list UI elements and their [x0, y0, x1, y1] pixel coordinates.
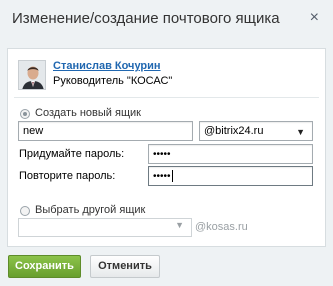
divider [14, 97, 319, 98]
confirm-password-value: ••••• [153, 171, 171, 182]
user-name-link[interactable]: Станислав Кочурин [53, 60, 161, 72]
save-button[interactable]: Сохранить [8, 255, 81, 278]
password-value: ••••• [153, 149, 171, 160]
domain-select-value: @bitrix24.ru [204, 125, 264, 137]
chevron-down-icon: ▼ [175, 220, 184, 230]
confirm-password-label: Повторите пароль: [19, 170, 116, 182]
radio-create-new-label[interactable]: Создать новый ящик [35, 107, 141, 119]
radio-choose-other-label[interactable]: Выбрать другой ящик [35, 204, 145, 216]
text-cursor [171, 170, 173, 183]
password-label: Придумайте пароль: [19, 148, 125, 160]
radio-choose-other[interactable] [20, 206, 30, 216]
cancel-button[interactable]: Отменить [90, 255, 160, 278]
dialog-content-panel: Станислав Кочурин Руководитель "КОСАС" С… [7, 48, 326, 247]
confirm-password-field[interactable]: ••••• [148, 166, 313, 186]
password-field[interactable]: ••••• [148, 144, 313, 164]
mailbox-name-input[interactable]: new [18, 121, 193, 141]
domain-select[interactable]: @bitrix24.ru ▼ [199, 121, 313, 141]
radio-create-new[interactable] [20, 109, 30, 119]
dialog-title: Изменение/создание почтового ящика [12, 10, 280, 27]
user-position: Руководитель "КОСАС" [53, 75, 173, 87]
chevron-down-icon: ▼ [296, 127, 305, 137]
close-icon[interactable]: × [310, 9, 319, 27]
domain-suffix: @kosas.ru [195, 221, 248, 233]
avatar [18, 60, 46, 90]
mailbox-dialog: Изменение/создание почтового ящика × Ста… [0, 0, 333, 286]
other-mailbox-select[interactable]: ▼ [18, 218, 192, 237]
dialog-header: Изменение/создание почтового ящика × [0, 0, 333, 40]
